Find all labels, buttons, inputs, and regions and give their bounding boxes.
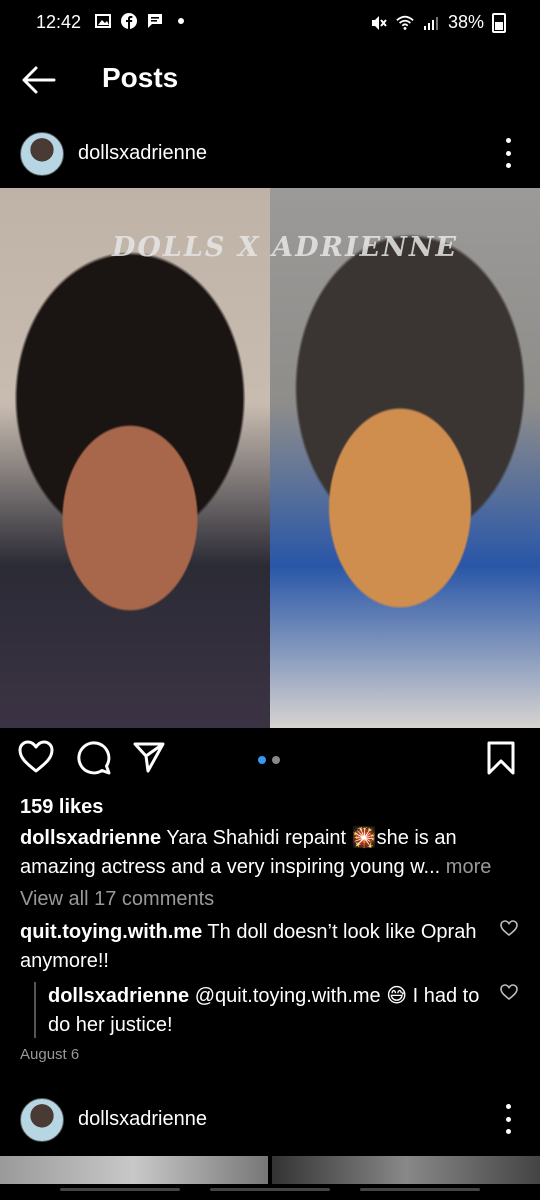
mute-icon [370, 14, 388, 32]
photo-original [0, 188, 270, 728]
status-time: 12:42 [36, 12, 82, 32]
dot-icon [172, 12, 190, 30]
reply-comment: dollsxadrienne @quit.toying.with.me 😅 I … [48, 982, 488, 1040]
message-icon [146, 12, 164, 30]
signal-icon [422, 14, 440, 32]
notification-icons [94, 12, 190, 30]
nav-indicator [210, 1188, 330, 1191]
battery-percent: 38% [447, 12, 484, 32]
battery-icon [492, 12, 506, 33]
avatar[interactable] [20, 132, 64, 176]
nav-indicator [60, 1188, 180, 1191]
post2-username[interactable]: dollsxadrienne [78, 1108, 207, 1131]
system-icons: 38% [370, 12, 506, 33]
caption-username[interactable]: dollsxadrienne [20, 827, 161, 849]
post-actions [0, 740, 540, 784]
view-all-comments-link[interactable]: View all 17 comments [20, 888, 214, 911]
post2-photo-left [0, 1156, 268, 1184]
post-caption: dollsxadrienne Yara Shahidi repaint 🎇she… [20, 824, 525, 882]
nav-indicator [360, 1188, 480, 1191]
comment-like-heart-icon[interactable] [500, 920, 518, 938]
share-send-icon[interactable] [132, 740, 172, 780]
gallery-icon [94, 12, 112, 30]
carousel-dot-active [258, 756, 266, 764]
back-arrow-icon[interactable] [20, 64, 60, 96]
reply-thread-line [34, 982, 36, 1038]
carousel-dot [272, 756, 280, 764]
caption-more-link[interactable]: more [446, 856, 492, 878]
system-nav-bar [0, 1184, 540, 1200]
more-options-icon[interactable] [498, 1104, 518, 1134]
post-date: August 6 [20, 1046, 80, 1063]
post-header: dollsxadrienne [0, 128, 540, 178]
carousel-indicator [258, 756, 280, 764]
image-watermark: DOLLS X ADRIENNE [112, 232, 459, 263]
post2-header: dollsxadrienne [0, 1094, 540, 1144]
post2-image[interactable] [0, 1156, 540, 1184]
like-heart-icon[interactable] [18, 740, 58, 780]
post-image-carousel[interactable]: DOLLS X ADRIENNE [0, 188, 540, 728]
wifi-icon [396, 14, 414, 32]
photo-doll [270, 188, 540, 728]
comment-icon[interactable] [76, 740, 116, 780]
more-options-icon[interactable] [498, 138, 518, 168]
post2-photo-right [272, 1156, 540, 1184]
facebook-icon [120, 12, 138, 30]
reply-like-heart-icon[interactable] [500, 984, 518, 1002]
post-username[interactable]: dollsxadrienne [78, 142, 207, 165]
status-bar: 12:42 38% [0, 0, 540, 46]
comment: quit.toying.with.me Th doll doesn’t look… [20, 918, 480, 976]
top-header: Posts [0, 50, 540, 110]
page-title: Posts [102, 62, 179, 93]
reply-username[interactable]: dollsxadrienne [48, 985, 189, 1007]
comment-username[interactable]: quit.toying.with.me [20, 921, 202, 943]
save-bookmark-icon[interactable] [486, 740, 526, 780]
likes-count[interactable]: 159 likes [20, 796, 103, 819]
avatar[interactable] [20, 1098, 64, 1142]
